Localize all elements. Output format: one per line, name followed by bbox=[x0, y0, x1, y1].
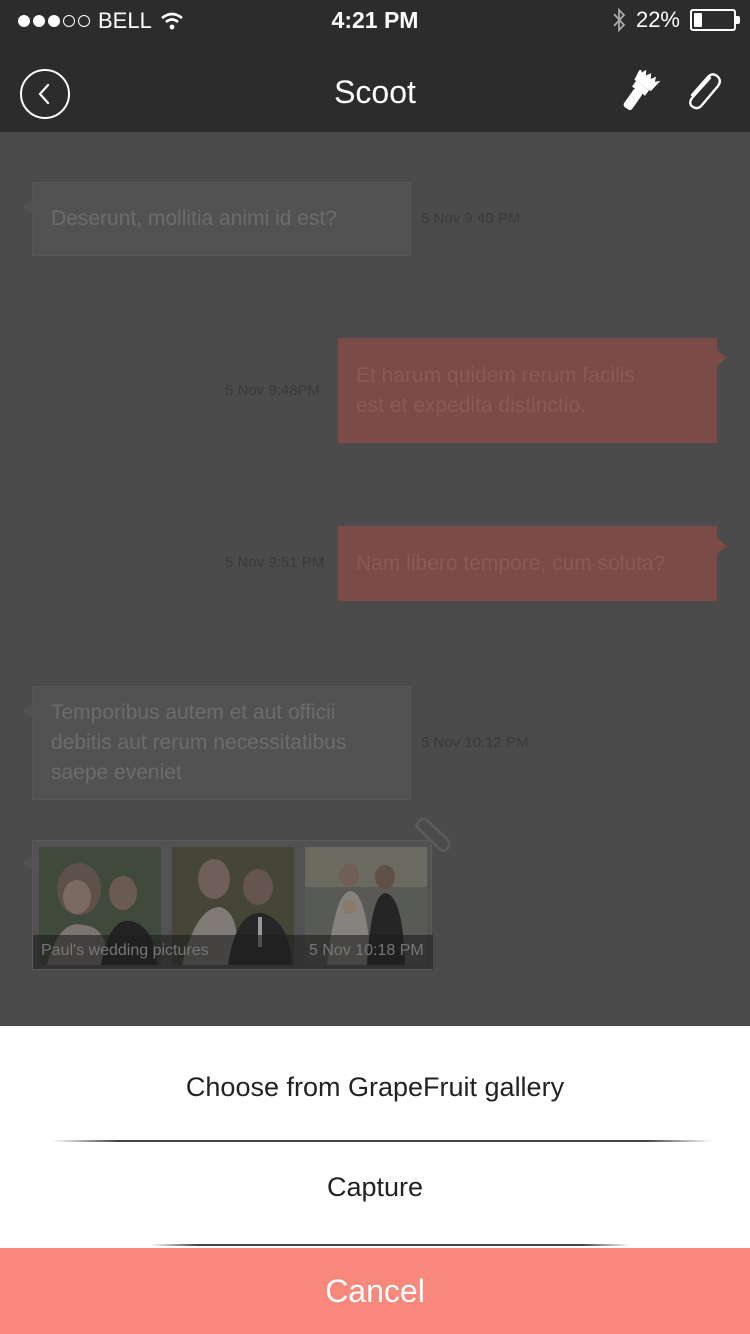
message-timestamp: 5 Nov 10:18 PM bbox=[309, 942, 424, 959]
message-timestamp: 5 Nov 9:48PM bbox=[225, 382, 321, 399]
divider bbox=[150, 1244, 630, 1246]
message-bubble-outgoing[interactable]: Et harum quidem rerum facilis est et exp… bbox=[338, 338, 727, 443]
photo-attachment[interactable]: Paul's wedding pictures 5 Nov 10:18 PM bbox=[23, 840, 433, 970]
divider bbox=[52, 1140, 712, 1142]
message-text: Nam libero tempore, cum soluta? bbox=[356, 551, 666, 575]
capture-button[interactable]: Capture bbox=[0, 1172, 750, 1203]
status-right: 22% bbox=[612, 7, 740, 33]
status-bar: BELL 4:21 PM 22% bbox=[0, 0, 750, 40]
chat-area: Deserunt, mollitia animi id est? 5 Nov 9… bbox=[0, 132, 750, 1026]
battery-percent: 22% bbox=[635, 7, 680, 32]
bluetooth-icon bbox=[613, 8, 626, 32]
message-text-line: Et harum quidem rerum facilis bbox=[356, 363, 635, 387]
message-bubble-incoming[interactable]: Temporibus autem et aut officii debitis … bbox=[23, 686, 411, 800]
cancel-button[interactable]: Cancel bbox=[0, 1248, 750, 1334]
action-sheet: Choose from GrapeFruit gallery Capture C… bbox=[0, 1026, 750, 1334]
message-text-line: Temporibus autem et aut officii bbox=[51, 701, 336, 724]
message-text: Deserunt, mollitia animi id est? bbox=[51, 207, 337, 230]
message-timestamp: 5 Nov 10:12 PM bbox=[421, 734, 529, 751]
message-bubble-incoming[interactable]: Deserunt, mollitia animi id est? bbox=[23, 182, 411, 256]
message-text-line: debitis aut rerum necessitatibus bbox=[51, 731, 347, 754]
message-timestamp: 5 Nov 9:51 PM bbox=[225, 554, 325, 571]
message-timestamp: 5 Nov 9:40 PM bbox=[421, 210, 521, 227]
message-text-line: est et expedita distinctio. bbox=[356, 393, 586, 417]
message-bubble-outgoing[interactable]: Nam libero tempore, cum soluta? bbox=[338, 526, 727, 601]
battery-icon bbox=[690, 9, 740, 31]
photo-caption: Paul's wedding pictures bbox=[41, 942, 209, 959]
nav-bar: Scoot bbox=[0, 40, 750, 132]
choose-gallery-button[interactable]: Choose from GrapeFruit gallery bbox=[0, 1072, 750, 1103]
photo-caption-bar: Paul's wedding pictures 5 Nov 10:18 PM bbox=[33, 935, 433, 969]
paperclip-icon[interactable] bbox=[680, 70, 724, 114]
message-text-line: saepe eveniet bbox=[51, 761, 182, 784]
paint-brush-icon[interactable] bbox=[612, 70, 664, 114]
